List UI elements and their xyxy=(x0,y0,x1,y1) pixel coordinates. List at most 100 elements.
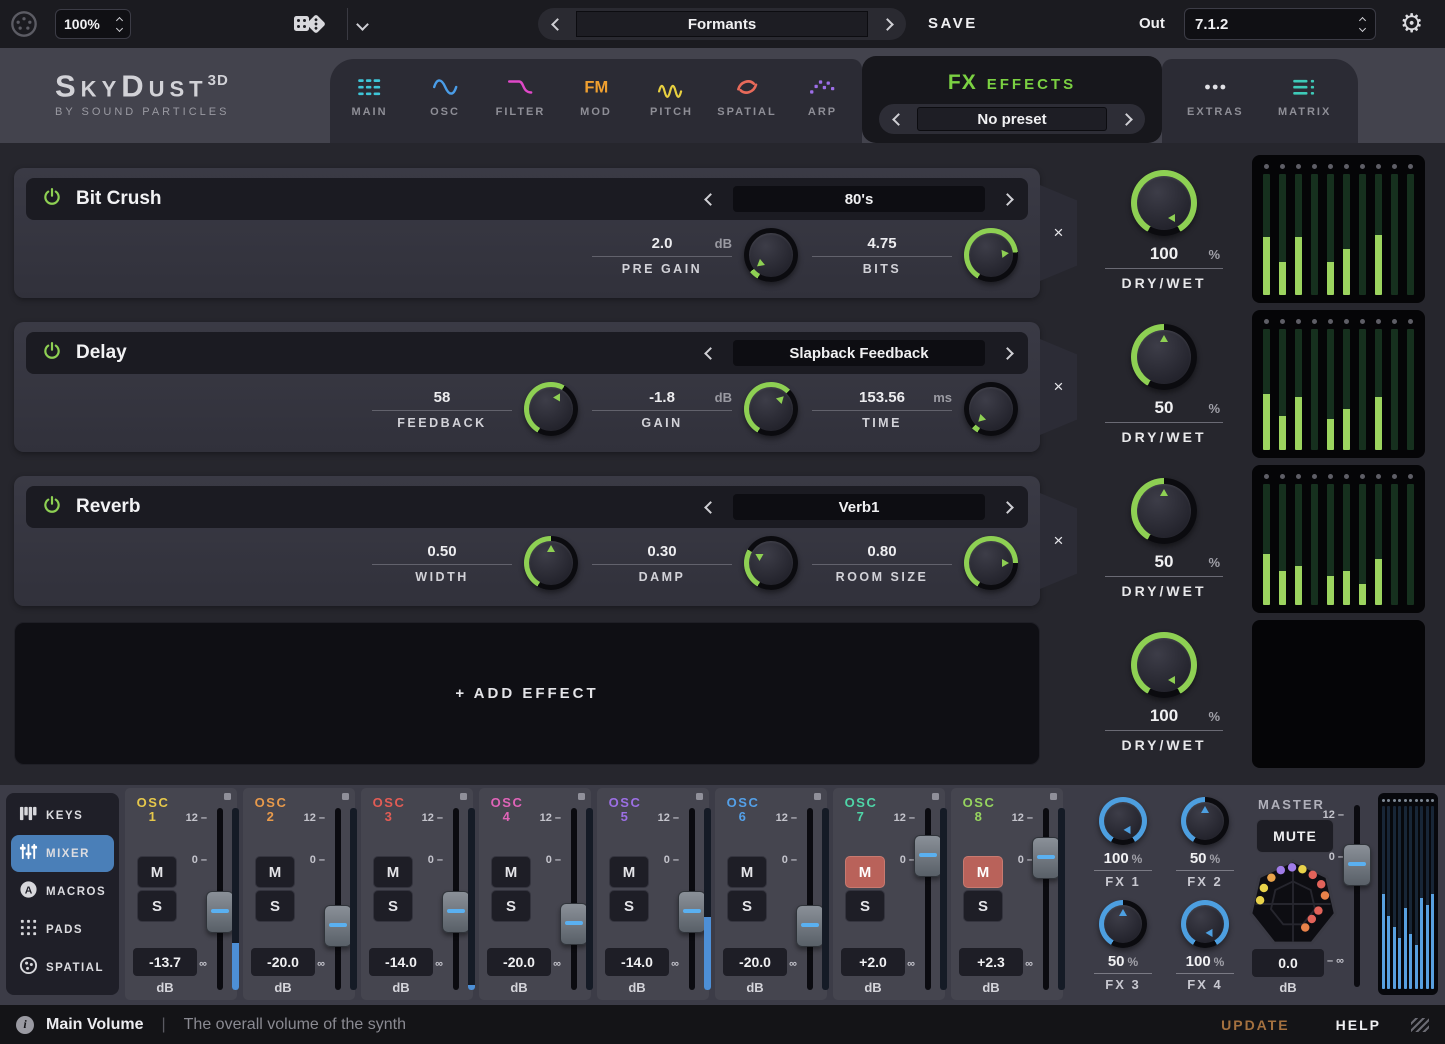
tab-spatial[interactable]: SPATIAL xyxy=(711,72,783,143)
channel-db-value[interactable]: -20.0 xyxy=(487,948,551,976)
master-mute-button[interactable]: MUTE xyxy=(1256,819,1334,853)
volume-fader[interactable] xyxy=(914,835,942,877)
solo-button[interactable]: S xyxy=(491,890,531,922)
tab-osc[interactable]: OSC xyxy=(409,72,481,143)
effect-preset-name[interactable]: 80's xyxy=(733,186,985,212)
tab-extras[interactable]: EXTRAS xyxy=(1179,72,1251,143)
param-value[interactable]: 0.50 xyxy=(372,543,512,561)
remove-effect-button[interactable]: × xyxy=(1040,339,1077,435)
volume-fader[interactable] xyxy=(796,905,824,947)
solo-button[interactable]: S xyxy=(727,890,767,922)
fx-send-knob[interactable] xyxy=(1099,797,1147,845)
volume-fader[interactable] xyxy=(206,891,234,933)
solo-button[interactable]: S xyxy=(609,890,649,922)
fx-send-value[interactable]: 50% xyxy=(1094,953,1152,970)
sidebar-item-macros[interactable]: AMACROS xyxy=(11,873,114,910)
tab-pitch[interactable]: PITCH xyxy=(636,72,708,143)
dry-wet-value[interactable]: 50% xyxy=(1100,552,1228,572)
mute-button[interactable]: M xyxy=(373,856,413,888)
param-value[interactable]: 153.56ms xyxy=(812,389,952,407)
fx-preset-next-button[interactable] xyxy=(1107,103,1145,135)
zoom-stepper[interactable] xyxy=(117,18,122,31)
effect-preset-prev-button[interactable] xyxy=(704,193,717,206)
solo-button[interactable]: S xyxy=(255,890,295,922)
channel-db-value[interactable]: -20.0 xyxy=(251,948,315,976)
settings-gear-icon[interactable]: ⚙ xyxy=(1400,8,1423,40)
tab-main[interactable]: MAIN xyxy=(334,72,406,143)
fx-send-knob[interactable] xyxy=(1181,797,1229,845)
effect-preset-prev-button[interactable] xyxy=(704,501,717,514)
fx-preset-prev-button[interactable] xyxy=(879,103,917,135)
channel-db-value[interactable]: -14.0 xyxy=(369,948,433,976)
mute-button[interactable]: M xyxy=(491,856,531,888)
mute-button[interactable]: M xyxy=(845,856,885,888)
dry-wet-knob[interactable] xyxy=(1131,170,1197,236)
volume-fader[interactable] xyxy=(324,905,352,947)
mute-button[interactable]: M xyxy=(137,856,177,888)
fx-preset-name[interactable]: No preset xyxy=(917,107,1107,131)
param-value[interactable]: 2.0dB xyxy=(592,235,732,253)
dry-wet-knob[interactable] xyxy=(1131,632,1197,698)
randomize-menu-caret[interactable] xyxy=(358,16,367,34)
tab-matrix[interactable]: MATRIX xyxy=(1269,72,1341,143)
effect-preset-name[interactable]: Slapback Feedback xyxy=(733,340,985,366)
tab-filter[interactable]: FILTER xyxy=(485,72,557,143)
dry-wet-knob[interactable] xyxy=(1131,478,1197,544)
mute-button[interactable]: M xyxy=(727,856,767,888)
mute-button[interactable]: M xyxy=(963,856,1003,888)
power-icon[interactable] xyxy=(42,341,62,366)
remove-effect-button[interactable]: × xyxy=(1040,185,1077,281)
effect-preset-prev-button[interactable] xyxy=(704,347,717,360)
zoom-control[interactable]: 100% xyxy=(55,9,131,39)
dry-wet-value[interactable]: 100% xyxy=(1100,244,1228,264)
solo-button[interactable]: S xyxy=(845,890,885,922)
param-value[interactable]: 4.75 xyxy=(812,235,952,253)
param-knob[interactable] xyxy=(744,536,798,590)
remove-effect-button[interactable]: × xyxy=(1040,493,1077,589)
dry-wet-value[interactable]: 100% xyxy=(1100,706,1228,726)
param-knob[interactable] xyxy=(524,536,578,590)
effect-preset-next-button[interactable] xyxy=(1001,347,1014,360)
fx-send-value[interactable]: 100% xyxy=(1094,850,1152,867)
param-knob[interactable] xyxy=(964,382,1018,436)
tab-mod[interactable]: FMMOD xyxy=(560,72,632,143)
volume-fader[interactable] xyxy=(1032,837,1060,879)
param-knob[interactable] xyxy=(964,228,1018,282)
dry-wet-knob[interactable] xyxy=(1131,324,1197,390)
help-button[interactable]: HELP xyxy=(1336,1017,1381,1033)
volume-fader[interactable] xyxy=(560,903,588,945)
param-knob[interactable] xyxy=(964,536,1018,590)
sidebar-item-pads[interactable]: PADS xyxy=(11,911,114,948)
save-button[interactable]: SAVE xyxy=(928,15,978,32)
master-volume-fader[interactable] xyxy=(1343,844,1371,886)
effect-preset-next-button[interactable] xyxy=(1001,501,1014,514)
tab-arp[interactable]: ARP xyxy=(787,72,859,143)
channel-db-value[interactable]: +2.0 xyxy=(841,948,905,976)
fx-send-knob[interactable] xyxy=(1181,900,1229,948)
sidebar-item-spatial[interactable]: SPATIAL xyxy=(11,949,114,986)
param-value[interactable]: 58 xyxy=(372,389,512,407)
volume-fader[interactable] xyxy=(442,891,470,933)
master-spatial-pad[interactable] xyxy=(1246,857,1340,951)
solo-button[interactable]: S xyxy=(137,890,177,922)
channel-db-value[interactable]: +2.3 xyxy=(959,948,1023,976)
dry-wet-value[interactable]: 50% xyxy=(1100,398,1228,418)
mute-button[interactable]: M xyxy=(609,856,649,888)
channel-db-value[interactable]: -20.0 xyxy=(723,948,787,976)
effect-preset-next-button[interactable] xyxy=(1001,193,1014,206)
param-knob[interactable] xyxy=(744,382,798,436)
add-effect-button[interactable]: + ADD EFFECT xyxy=(14,622,1040,765)
effect-preset-name[interactable]: Verb1 xyxy=(733,494,985,520)
power-icon[interactable] xyxy=(42,495,62,520)
update-button[interactable]: UPDATE xyxy=(1221,1017,1290,1033)
solo-button[interactable]: S xyxy=(373,890,413,922)
preset-name[interactable]: Formants xyxy=(576,11,868,37)
mute-button[interactable]: M xyxy=(255,856,295,888)
fx-send-value[interactable]: 100% xyxy=(1176,953,1234,970)
randomize-dice-icon[interactable] xyxy=(291,11,327,43)
channel-db-value[interactable]: -14.0 xyxy=(605,948,669,976)
fx-send-knob[interactable] xyxy=(1099,900,1147,948)
param-knob[interactable] xyxy=(744,228,798,282)
preset-prev-button[interactable] xyxy=(538,8,576,40)
param-value[interactable]: 0.30 xyxy=(592,543,732,561)
